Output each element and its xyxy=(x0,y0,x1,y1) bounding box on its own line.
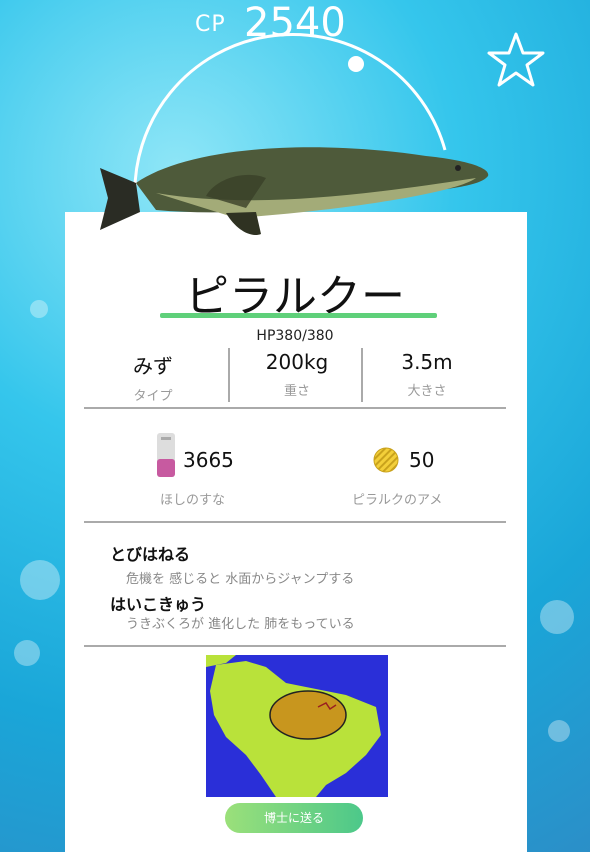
move-name: はいこきゅう xyxy=(110,595,207,614)
stat-type-value: みず xyxy=(133,354,173,378)
section-divider xyxy=(84,407,506,409)
cp-label: CP xyxy=(195,12,226,37)
move-description: うきぶくろが 進化した 肺をもっている xyxy=(126,617,355,632)
star-icon[interactable] xyxy=(486,30,546,90)
section-divider xyxy=(84,521,506,523)
bokeh-light xyxy=(20,560,60,600)
habitat-area xyxy=(269,690,347,740)
move-description: 危機を 感じると 水面からジャンプする xyxy=(126,572,355,587)
stat-height-label: 大きさ xyxy=(407,384,447,399)
stat-type: みず タイプ xyxy=(78,350,228,404)
cp-value: 2540 xyxy=(244,0,346,46)
candy-value: 50 xyxy=(409,448,435,472)
section-divider xyxy=(84,645,506,647)
send-to-professor-button[interactable]: 博士に送る xyxy=(225,803,363,833)
pokemon-image xyxy=(100,147,489,236)
stardust-value: 3665 xyxy=(183,448,234,472)
stat-type-label: タイプ xyxy=(133,389,173,404)
stat-height: 3.5m 大きさ xyxy=(352,350,502,399)
stat-weight: 200kg 重さ xyxy=(222,350,372,399)
candy-label: ピラルクのアメ xyxy=(352,493,443,508)
hp-text: HP380/380 xyxy=(256,328,334,344)
stat-weight-label: 重さ xyxy=(283,384,310,399)
candy-icon xyxy=(373,447,399,473)
stardust-label: ほしのすな xyxy=(160,493,226,508)
hp-bar xyxy=(160,313,437,318)
stat-height-value: 3.5m xyxy=(401,350,453,374)
move-name: とびはねる xyxy=(110,545,191,564)
habitat-map xyxy=(206,655,388,797)
cp-arc-marker xyxy=(348,56,364,72)
stardust-icon xyxy=(157,433,175,477)
bokeh-light xyxy=(548,720,570,742)
bokeh-light xyxy=(540,600,574,634)
stat-weight-value: 200kg xyxy=(265,350,329,374)
bokeh-light xyxy=(14,640,40,666)
